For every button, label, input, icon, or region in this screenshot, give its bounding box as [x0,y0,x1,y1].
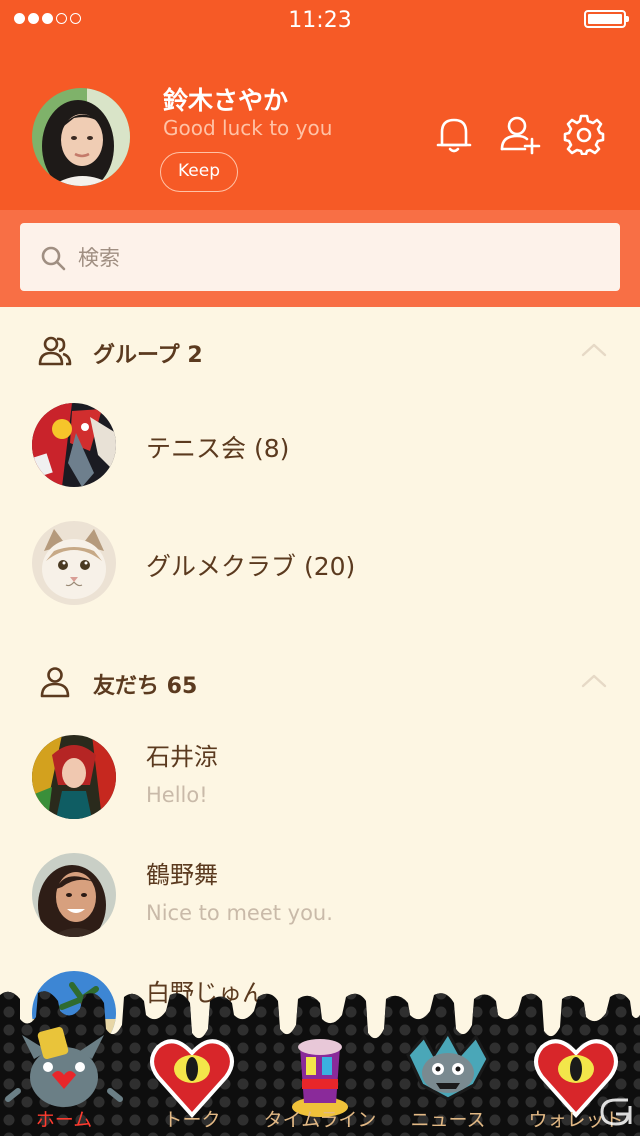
status-bar: 11:23 [0,0,640,40]
person-icon [38,665,72,699]
battery-icon [584,10,629,28]
chevron-up-icon[interactable] [578,670,610,692]
groups-section-header[interactable]: グループ 2 [0,321,640,381]
search-icon [40,245,66,271]
group-avatar [32,403,116,487]
tab-home[interactable]: ホーム [0,985,128,1136]
friend-name: 石井涼 [146,743,218,771]
tab-news[interactable]: ニュース [384,985,512,1136]
tab-timeline[interactable]: タイムライン [256,985,384,1136]
keep-button[interactable]: Keep [160,152,238,192]
friend-avatar [32,853,116,937]
friend-status-message: Hello! [146,783,208,807]
friend-row[interactable]: 鶴野舞 Nice to meet you. [0,845,640,945]
friend-status-message: Nice to meet you. [146,901,333,925]
tab-label: タイムライン [263,1109,377,1131]
profile-header: 鈴木さやか Good luck to you Keep [0,40,640,210]
search-box[interactable] [20,223,620,291]
tab-bar: ホーム トーク タイムライン ニュース ウォレット [0,985,640,1136]
group-name: テニス会 (8) [146,434,290,463]
status-time: 11:23 [288,8,352,33]
add-friend-icon[interactable] [499,113,541,155]
group-row-gourmet[interactable]: グルメクラブ (20) [0,513,640,613]
chevron-up-icon[interactable] [578,339,610,361]
friend-avatar [32,735,116,819]
friend-row[interactable]: 石井涼 Hello! [0,727,640,827]
friend-name: 鶴野舞 [146,861,218,889]
friends-section-title: 友だち 65 [93,674,198,699]
profile-name: 鈴木さやか [163,86,289,115]
tab-label: ホーム [35,1109,93,1131]
tab-label: ニュース [410,1109,486,1131]
settings-icon[interactable] [563,113,605,156]
group-icon [38,334,72,368]
groups-section-title: グループ 2 [93,343,203,368]
bell-icon[interactable] [433,113,475,155]
group-avatar [32,521,116,605]
search-bar-container [0,210,640,307]
search-input[interactable] [76,237,600,279]
tab-label: トーク [163,1109,221,1131]
watermark-logo [596,1092,636,1132]
group-name: グルメクラブ (20) [146,552,356,581]
tab-talk[interactable]: トーク [128,985,256,1136]
profile-status-message: Good luck to you [163,116,333,140]
friends-section-header[interactable]: 友だち 65 [0,652,640,712]
profile-avatar[interactable] [32,88,130,186]
group-row-tennis[interactable]: テニス会 (8) [0,395,640,495]
